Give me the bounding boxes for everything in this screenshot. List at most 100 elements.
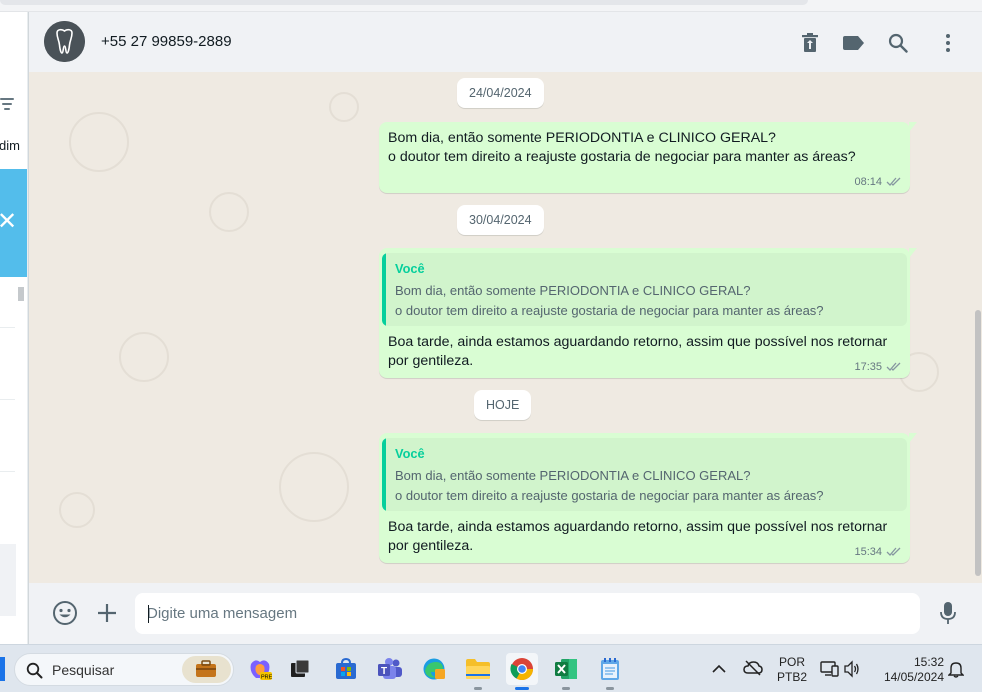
message-composer (28, 583, 982, 644)
chevron-up-icon[interactable] (712, 661, 726, 679)
chat-list-divider (0, 327, 15, 328)
onedrive-offline-icon[interactable] (743, 660, 763, 681)
message-text: Boa tarde, ainda estamos aguardando reto… (388, 518, 887, 556)
edge-icon (423, 658, 445, 680)
outgoing-message[interactable]: Bom dia, então somente PERIODONTIA e CLI… (379, 122, 917, 193)
text-caret (148, 605, 149, 623)
notification-bell-icon[interactable] (947, 660, 965, 683)
chat-messages-pane[interactable]: 24/04/2024 Bom dia, então somente PERIOD… (28, 72, 982, 583)
chrome-icon (510, 658, 533, 680)
chat-scrollbar-thumb[interactable] (975, 310, 981, 576)
date-separator: 30/04/2024 (457, 205, 544, 235)
menu-icon[interactable] (936, 31, 960, 55)
taskbar-teams[interactable]: T (374, 653, 406, 685)
taskbar-notepad[interactable] (594, 653, 626, 690)
chat-list-scrollbar[interactable] (18, 287, 24, 301)
microphone-icon[interactable] (934, 599, 962, 627)
quote-line: o doutor tem direito a reajuste gostaria… (395, 303, 824, 318)
message-text: Bom dia, então somente PERIODONTIA e CLI… (388, 129, 856, 167)
message-meta: 08:14 (854, 176, 902, 188)
clock-time: 15:32 (913, 655, 944, 669)
keyboard-layout: PTB2 (776, 670, 807, 684)
outgoing-message-with-reply[interactable]: Você Bom dia, então somente PERIODONTIA … (379, 248, 917, 378)
message-line: por gentileza. (388, 538, 474, 554)
chat-scrollbar-track[interactable] (973, 72, 982, 583)
search-icon[interactable] (886, 31, 910, 55)
network-icon[interactable] (820, 660, 840, 683)
filter-icon[interactable] (0, 98, 14, 110)
language-code: POR (778, 655, 805, 669)
start-button-edge[interactable] (0, 657, 5, 681)
svg-text:PRE: PRE (261, 675, 273, 681)
message-meta: 17:35 (854, 361, 902, 373)
input-language[interactable]: POR PTB2 (776, 655, 808, 685)
chat-list-divider (0, 471, 15, 472)
bubble-tail (909, 122, 917, 132)
date-separator: HOJE (474, 390, 532, 420)
message-line: o doutor tem direito a reajuste gostaria… (388, 149, 856, 165)
contact-avatar[interactable] (44, 21, 85, 62)
taskbar-edge[interactable] (418, 653, 450, 685)
plus-icon[interactable] (93, 599, 121, 627)
outgoing-message-with-reply[interactable]: Você Bom dia, então somente PERIODONTIA … (379, 433, 917, 563)
background-doodle (59, 492, 95, 528)
quoted-message[interactable]: Você Bom dia, então somente PERIODONTIA … (382, 253, 907, 326)
clock[interactable]: 15:32 14/05/2024 (874, 655, 944, 685)
quoted-message[interactable]: Você Bom dia, então somente PERIODONTIA … (382, 438, 907, 511)
svg-text:T: T (381, 666, 387, 677)
taskbar-file-explorer[interactable] (462, 653, 494, 690)
copilot-icon: PRE (250, 660, 273, 681)
background-doodle (279, 452, 349, 522)
excel-icon (555, 659, 577, 679)
chat-list-cut-label: dim (0, 138, 20, 153)
taskbar-task-view[interactable] (284, 653, 316, 685)
taskbar-search[interactable]: Pesquisar (14, 653, 234, 686)
task-view-icon (291, 659, 310, 677)
double-check-icon (886, 362, 901, 371)
taskbar-copilot[interactable]: PRE (244, 653, 276, 685)
message-input[interactable] (135, 593, 920, 634)
running-indicator (606, 687, 614, 690)
message-text: Boa tarde, ainda estamos aguardando reto… (388, 333, 887, 371)
quote-author: Você (395, 446, 425, 461)
message-time: 15:34 (854, 546, 882, 558)
quote-accent-bar (382, 253, 386, 326)
taskbar-store[interactable] (330, 653, 362, 685)
teams-icon: T (378, 658, 402, 679)
quote-line: o doutor tem direito a reajuste gostaria… (395, 488, 824, 503)
quote-accent-bar (382, 438, 386, 511)
message-line: Boa tarde, ainda estamos aguardando reto… (388, 519, 888, 535)
quote-line: Bom dia, então somente PERIODONTIA e CLI… (395, 468, 751, 483)
quote-line: Bom dia, então somente PERIODONTIA e CLI… (395, 283, 751, 298)
chat-header: +55 27 99859-2889 (28, 12, 982, 72)
date-separator: 24/04/2024 (457, 78, 544, 108)
briefcase-widget[interactable] (182, 656, 231, 683)
browser-top-strip (0, 0, 982, 12)
message-meta: 15:34 (854, 546, 902, 558)
trash-icon[interactable] (798, 31, 822, 55)
chat-list-item-selected[interactable] (0, 544, 16, 616)
os-taskbar: Pesquisar PRE T POR PTB2 15:32 14/05/202… (0, 644, 982, 692)
background-doodle (329, 92, 359, 122)
folder-icon (466, 659, 490, 679)
search-label: Pesquisar (52, 662, 115, 678)
running-indicator (474, 687, 482, 690)
emoji-icon[interactable] (51, 599, 79, 627)
date-label: 30/04/2024 (469, 213, 532, 227)
chat-list-divider (0, 399, 15, 400)
briefcase-icon (196, 660, 216, 677)
taskbar-excel[interactable] (550, 653, 582, 690)
background-doodle (119, 332, 169, 382)
background-doodle (69, 112, 129, 172)
notification-banner[interactable]: ✕ (0, 169, 27, 277)
contact-name[interactable]: +55 27 99859-2889 (101, 33, 232, 50)
date-label: 24/04/2024 (469, 86, 532, 100)
message-time: 17:35 (854, 361, 882, 373)
volume-icon[interactable] (843, 660, 861, 683)
quote-author: Você (395, 261, 425, 276)
close-icon[interactable]: ✕ (0, 207, 17, 236)
double-check-icon (886, 547, 901, 556)
label-icon[interactable] (842, 31, 866, 55)
notepad-icon (601, 658, 619, 680)
taskbar-chrome[interactable] (506, 653, 538, 690)
